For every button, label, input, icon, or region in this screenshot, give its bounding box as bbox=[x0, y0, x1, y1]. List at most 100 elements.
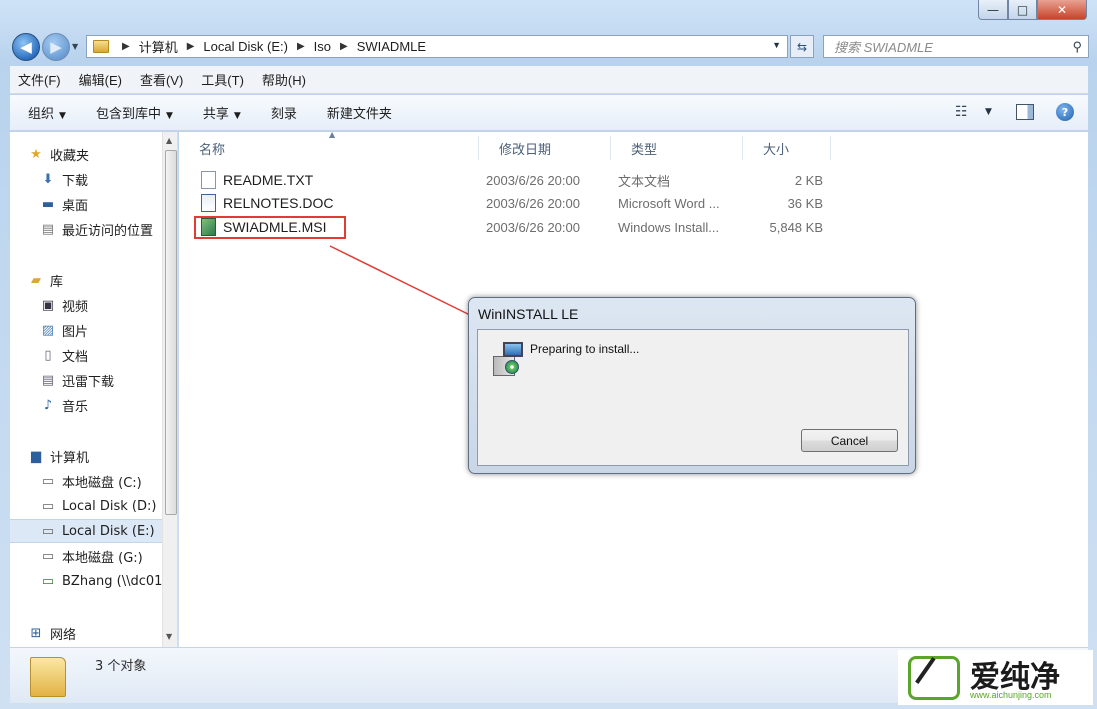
nav-item-recent-places[interactable]: ▤ 最近访问的位置 bbox=[40, 217, 177, 241]
breadcrumb-swiadmle[interactable]: SWIADMLE bbox=[357, 39, 426, 54]
nav-item-pictures[interactable]: ▨ 图片 bbox=[40, 318, 177, 342]
file-type: Windows Install... bbox=[618, 219, 720, 235]
column-header-date[interactable]: 修改日期 bbox=[479, 136, 611, 160]
nav-item-drive-d[interactable]: ▭ Local Disk (D:) bbox=[40, 494, 177, 518]
nav-item-label: 图片 bbox=[62, 324, 89, 340]
organize-label: 组织 bbox=[28, 107, 55, 122]
breadcrumb-separator-icon[interactable]: ▶ bbox=[340, 41, 348, 52]
help-icon[interactable]: ? bbox=[1056, 103, 1074, 121]
music-icon: ♪ bbox=[43, 397, 53, 413]
nav-favorites-label: 收藏夹 bbox=[50, 148, 90, 164]
breadcrumb-separator-icon[interactable]: ▶ bbox=[297, 41, 305, 52]
scroll-down-icon[interactable]: ▼ bbox=[166, 632, 172, 641]
dialog-title: WinINSTALL LE bbox=[478, 306, 579, 322]
disc-icon bbox=[505, 360, 519, 374]
nav-item-label: Local Disk (D:) bbox=[62, 498, 157, 514]
search-icon[interactable]: ⚲ bbox=[1072, 39, 1082, 55]
file-type: 文本文档 bbox=[618, 173, 671, 189]
include-library-button[interactable]: 包含到库中 ▼ bbox=[96, 103, 173, 122]
share-button[interactable]: 共享 ▼ bbox=[203, 103, 241, 122]
nav-item-downloads[interactable]: ⬇ 下载 bbox=[40, 167, 177, 191]
network-icon: ⊞ bbox=[30, 625, 42, 641]
view-options-icon[interactable]: ☷ bbox=[955, 104, 968, 120]
menu-view[interactable]: 查看(V) bbox=[140, 70, 183, 89]
installer-dialog: WinINSTALL LE Preparing to install... Ca… bbox=[468, 297, 916, 474]
nav-network[interactable]: ⊞ 网络 bbox=[28, 621, 177, 645]
cancel-button[interactable]: Cancel bbox=[801, 429, 898, 452]
nav-computer[interactable]: ▆ 计算机 bbox=[28, 444, 177, 468]
column-header-type[interactable]: 类型 bbox=[611, 136, 743, 160]
column-header-size[interactable]: 大小 bbox=[743, 136, 831, 160]
breadcrumb-separator-icon[interactable]: ▶ bbox=[187, 41, 195, 52]
new-folder-button[interactable]: 新建文件夹 bbox=[327, 103, 392, 122]
nav-favorites[interactable]: ★ 收藏夹 bbox=[28, 142, 177, 166]
search-input[interactable]: 搜索 SWIADMLE ⚲ bbox=[823, 35, 1089, 58]
nav-item-label: BZhang (\\dc01 bbox=[62, 573, 163, 589]
menu-help[interactable]: 帮助(H) bbox=[262, 70, 306, 89]
system-drive-icon: ▭ bbox=[41, 473, 55, 489]
nav-item-music[interactable]: ♪ 音乐 bbox=[40, 393, 177, 417]
refresh-button[interactable]: ⇆ bbox=[790, 35, 814, 58]
nav-network-label: 网络 bbox=[50, 627, 77, 643]
nav-item-drive-e[interactable]: ▭ Local Disk (E:) bbox=[10, 519, 168, 543]
nav-item-desktop[interactable]: ▬ 桌面 bbox=[40, 192, 177, 216]
share-label: 共享 bbox=[202, 107, 229, 122]
nav-item-label: 下载 bbox=[62, 173, 89, 189]
search-placeholder: 搜索 SWIADMLE bbox=[834, 40, 933, 55]
burn-button[interactable]: 刻录 bbox=[271, 103, 297, 122]
pictures-icon: ▨ bbox=[41, 322, 55, 338]
computer-icon: ▆ bbox=[31, 448, 41, 464]
folder-icon bbox=[93, 40, 109, 53]
downloads-library-icon: ▤ bbox=[41, 372, 55, 388]
close-button[interactable]: ✕ bbox=[1037, 0, 1087, 20]
menu-edit[interactable]: 编辑(E) bbox=[79, 70, 122, 89]
maximize-button[interactable]: □ bbox=[1008, 0, 1037, 20]
back-button[interactable]: ◀ bbox=[12, 33, 40, 61]
nav-item-label: 迅雷下载 bbox=[62, 374, 115, 390]
address-bar[interactable]: ▶ 计算机 ▶ Local Disk (E:) ▶ Iso ▶ SWIADMLE… bbox=[86, 35, 788, 58]
installer-icon bbox=[491, 342, 525, 376]
breadcrumb-computer[interactable]: 计算机 bbox=[139, 37, 178, 56]
network-drive-icon: ▭ bbox=[41, 573, 55, 589]
drive-icon: ▭ bbox=[41, 498, 55, 514]
nav-item-drive-c[interactable]: ▭ 本地磁盘 (C:) bbox=[40, 469, 177, 493]
scrollbar-thumb[interactable] bbox=[165, 150, 177, 515]
nav-item-documents[interactable]: ▯ 文档 bbox=[40, 343, 177, 367]
watermark-url: www.aichunjing.com bbox=[970, 690, 1052, 700]
column-header-name[interactable]: 名称 bbox=[179, 136, 479, 160]
nav-item-drive-g[interactable]: ▭ 本地磁盘 (G:) bbox=[40, 544, 177, 568]
forward-button[interactable]: ▶ bbox=[42, 33, 70, 61]
file-row[interactable]: RELNOTES.DOC 2003/6/26 20:00 Microsoft W… bbox=[179, 192, 829, 214]
desktop-icon: ▬ bbox=[41, 196, 55, 212]
drive-icon: ▭ bbox=[41, 523, 55, 539]
breadcrumb-iso[interactable]: Iso bbox=[314, 39, 331, 54]
nav-item-network-drive[interactable]: ▭ BZhang (\\dc01 bbox=[40, 569, 177, 593]
nav-item-label: 最近访问的位置 bbox=[62, 223, 154, 239]
nav-libraries[interactable]: ▰ 库 bbox=[28, 268, 177, 292]
nav-item-videos[interactable]: ▣ 视频 bbox=[40, 293, 177, 317]
chevron-down-icon[interactable]: ▼ bbox=[985, 107, 992, 117]
menu-tools[interactable]: 工具(T) bbox=[201, 70, 244, 89]
nav-libraries-label: 库 bbox=[50, 274, 64, 290]
nav-scrollbar[interactable]: ▲ ▼ bbox=[162, 132, 177, 647]
video-icon: ▣ bbox=[41, 297, 55, 313]
nav-item-label: 桌面 bbox=[62, 198, 89, 214]
file-size: 2 KB bbox=[794, 172, 823, 188]
dialog-message: Preparing to install... bbox=[530, 342, 640, 356]
file-row[interactable]: README.TXT 2003/6/26 20:00 文本文档 2 KB bbox=[179, 169, 829, 191]
drive-icon: ▭ bbox=[41, 548, 55, 564]
organize-button[interactable]: 组织 ▼ bbox=[28, 103, 66, 122]
recent-pages-dropdown-icon[interactable]: ▼ bbox=[72, 42, 78, 51]
item-count: 3 个对象 bbox=[95, 659, 147, 674]
breadcrumb-separator-icon[interactable]: ▶ bbox=[122, 41, 130, 52]
nav-item-label: 音乐 bbox=[62, 399, 89, 415]
nav-item-thunder-downloads[interactable]: ▤ 迅雷下载 bbox=[40, 368, 177, 392]
nav-item-label: 本地磁盘 (C:) bbox=[62, 475, 142, 491]
nav-computer-label: 计算机 bbox=[50, 450, 90, 466]
preview-pane-icon[interactable] bbox=[1016, 104, 1034, 120]
minimize-button[interactable]: — bbox=[978, 0, 1008, 20]
scroll-up-icon[interactable]: ▲ bbox=[166, 136, 172, 145]
address-dropdown-icon[interactable]: ▼ bbox=[772, 40, 781, 50]
breadcrumb-drive[interactable]: Local Disk (E:) bbox=[203, 39, 288, 54]
menu-file[interactable]: 文件(F) bbox=[18, 70, 61, 89]
